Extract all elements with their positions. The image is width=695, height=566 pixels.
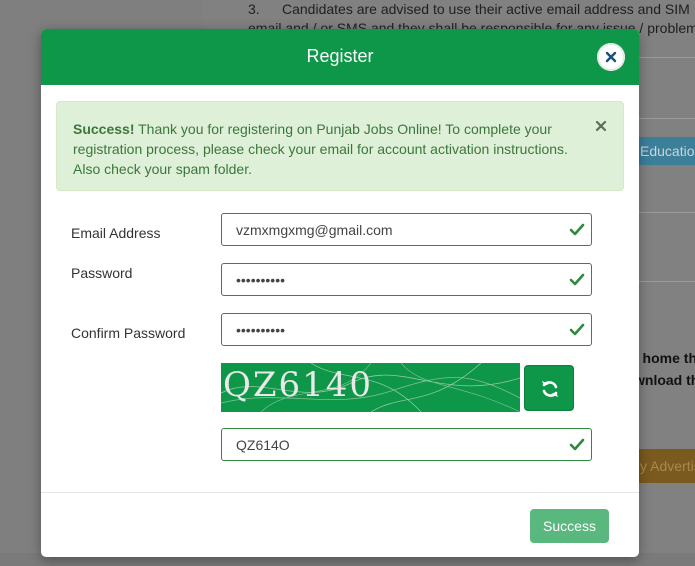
background-divider bbox=[638, 118, 695, 119]
background-bold-text: wnload th bbox=[634, 372, 695, 388]
captcha-field[interactable] bbox=[221, 428, 592, 461]
checkmark-icon bbox=[569, 323, 585, 336]
password-label: Password bbox=[71, 265, 133, 281]
background-advert-button: y Advertis bbox=[636, 449, 695, 483]
modal-title: Register bbox=[306, 46, 374, 66]
modal-close-button[interactable] bbox=[597, 43, 625, 71]
success-button[interactable]: Success bbox=[530, 509, 609, 543]
background-divider bbox=[638, 212, 695, 213]
modal-footer-divider bbox=[41, 492, 639, 493]
email-label: Email Address bbox=[71, 225, 161, 241]
email-input[interactable] bbox=[222, 214, 566, 245]
close-icon bbox=[605, 51, 617, 63]
refresh-icon bbox=[542, 381, 558, 397]
background-education-button: Educatio bbox=[636, 137, 695, 165]
email-field[interactable] bbox=[221, 213, 592, 246]
background-bold-text: t home th bbox=[634, 350, 695, 366]
success-alert: Success! Thank you for registering on Pu… bbox=[56, 101, 624, 191]
alert-body: Thank you for registering on Punjab Jobs… bbox=[73, 121, 568, 177]
background-divider bbox=[638, 57, 695, 58]
confirm-password-label: Confirm Password bbox=[71, 325, 186, 341]
alert-message: Success! Thank you for registering on Pu… bbox=[73, 119, 573, 179]
notice-number: 3. bbox=[248, 1, 260, 17]
checkmark-icon bbox=[569, 438, 585, 451]
captcha-text: QZ6140 bbox=[223, 365, 374, 405]
modal-header: Register bbox=[41, 29, 639, 85]
background-divider bbox=[638, 281, 695, 282]
refresh-captcha-button[interactable] bbox=[524, 365, 574, 411]
notice-line: Candidates are advised to use their acti… bbox=[282, 1, 690, 17]
password-field[interactable] bbox=[221, 263, 592, 296]
checkmark-icon bbox=[569, 273, 585, 286]
checkmark-icon bbox=[569, 223, 585, 236]
captcha-input[interactable] bbox=[222, 429, 566, 460]
register-modal: Register Success! Thank you for register… bbox=[41, 29, 639, 557]
captcha-image: QZ6140 bbox=[221, 363, 520, 412]
close-icon[interactable] bbox=[594, 119, 608, 133]
password-input[interactable] bbox=[222, 264, 566, 295]
alert-strong: Success! bbox=[73, 121, 135, 137]
confirm-password-field[interactable] bbox=[221, 313, 592, 346]
confirm-password-input[interactable] bbox=[222, 314, 566, 345]
